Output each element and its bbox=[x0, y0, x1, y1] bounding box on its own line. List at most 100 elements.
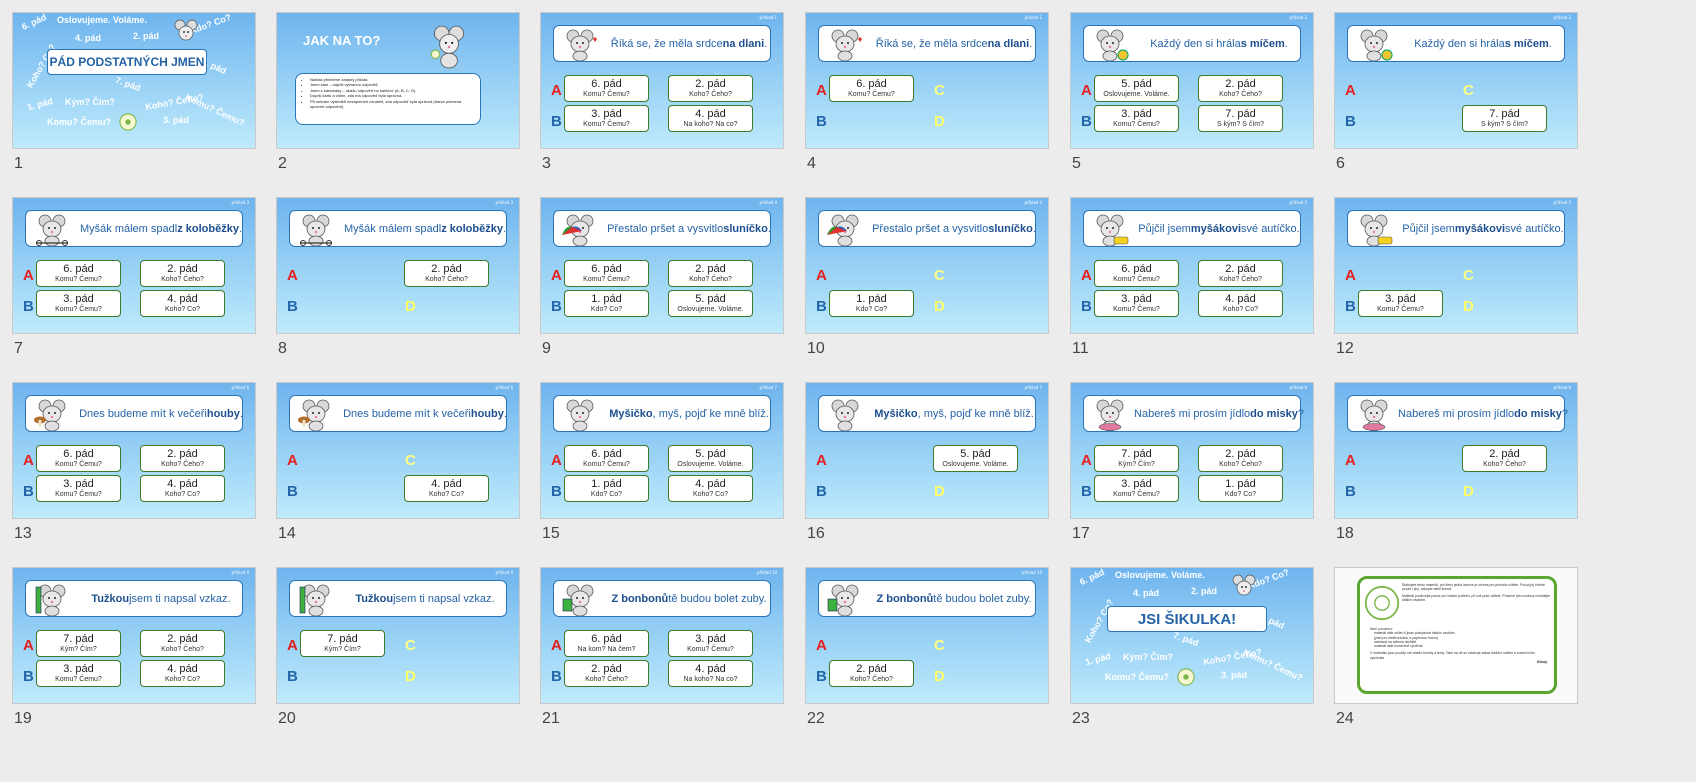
slide-thumbnail-11[interactable]: příklad 5 Půjčil jsem myšákovi své autíčk… bbox=[1070, 197, 1314, 334]
question-box: Myšičko, myš, pojď ke mně blíž. bbox=[818, 395, 1036, 432]
answer-option-a[interactable]: 6. pád Komu? Čemu? bbox=[564, 445, 649, 472]
slide-thumbnail-7[interactable]: příklad 3 Myšák málem spadl z koloběžky. A… bbox=[12, 197, 256, 334]
slide-thumbnail-15[interactable]: příklad 7 Myšičko, myš, pojď ke mně blíž.… bbox=[540, 382, 784, 519]
answer-option-a[interactable]: 6. pád Komu? Čemu? bbox=[564, 75, 649, 102]
answer-case: 4. pád bbox=[167, 663, 198, 675]
slide-thumbnail-21[interactable]: příklad 10 Z bonbonů tě budou bolet zuby.… bbox=[540, 567, 784, 704]
answer-question: Komu? Čemu? bbox=[1113, 491, 1160, 498]
answer-letter-b: B bbox=[287, 298, 298, 315]
answer-option-d[interactable]: 4. pád Koho? Co? bbox=[668, 475, 753, 502]
answer-option-b[interactable]: 1. pád Kdo? Co? bbox=[564, 475, 649, 502]
answer-option-c[interactable]: 2. pád Koho? Čeho? bbox=[1198, 75, 1283, 102]
end-title: JSI ŠIKULKA! bbox=[1107, 606, 1267, 632]
answer-question: Koho? Čeho? bbox=[161, 276, 204, 283]
answer-option-c[interactable]: 2. pád Koho? Čeho? bbox=[140, 260, 225, 287]
answer-option-c[interactable]: 2. pád Koho? Čeho? bbox=[1462, 445, 1547, 472]
slide-thumbnail-2[interactable]: JAK NA TO? Nahlas přečteme zadaný příklad… bbox=[276, 12, 520, 149]
answer-option-b[interactable]: 3. pád Komu? Čemu? bbox=[1094, 290, 1179, 317]
answer-option-b[interactable]: 2. pád Koho? Čeho? bbox=[829, 660, 914, 687]
slide-thumbnail-24[interactable]: Stáhujete tento materiál, pro který jedn… bbox=[1334, 567, 1578, 704]
answer-option-d[interactable]: 7. pád S kým? S čím? bbox=[1462, 105, 1547, 132]
slide-thumbnail-4[interactable]: příklad 1 Říká se, že měla srdce na dlani… bbox=[805, 12, 1049, 149]
answer-option-b[interactable]: 3. pád Komu? Čemu? bbox=[1358, 290, 1443, 317]
answer-option-b[interactable]: 3. pád Komu? Čemu? bbox=[1094, 475, 1179, 502]
answer-option-c[interactable]: 5. pád Oslovujeme. Voláme. bbox=[933, 445, 1018, 472]
answer-option-d[interactable]: 4. pád Koho? Co? bbox=[140, 660, 225, 687]
answer-option-a[interactable]: 6. pád Komu? Čemu? bbox=[36, 445, 121, 472]
answer-option-b[interactable]: 3. pád Komu? Čemu? bbox=[36, 475, 121, 502]
answer-option-d[interactable]: 4. pád Na koho? Na co? bbox=[668, 660, 753, 687]
answer-option-d[interactable]: 7. pád S kým? S čím? bbox=[1198, 105, 1283, 132]
title-decor-word: Kým? Čím? bbox=[65, 97, 116, 107]
slide-thumbnail-23[interactable]: 6. pád Oslovujeme. Voláme. Kdo? Co? 4. pád 2… bbox=[1070, 567, 1314, 704]
answer-case: 6. pád bbox=[63, 448, 94, 460]
answer-option-b[interactable]: 3. pád Komu? Čemu? bbox=[564, 105, 649, 132]
slide-thumbnail-8[interactable]: příklad 3 Myšák málem spadl z koloběžky. A… bbox=[276, 197, 520, 334]
answer-option-b[interactable]: 1. pád Kdo? Co? bbox=[829, 290, 914, 317]
answer-option-c[interactable]: 2. pád Koho? Čeho? bbox=[668, 260, 753, 287]
slide-thumbnail-3[interactable]: příklad 1 Říká se, že měla srdce na dlani… bbox=[540, 12, 784, 149]
answer-option-a[interactable]: 6. pád Komu? Čemu? bbox=[564, 260, 649, 287]
slide-thumbnail-20[interactable]: příklad 9 Tužkou jsem ti napsal vzkaz. A 7.… bbox=[276, 567, 520, 704]
answer-option-d[interactable]: 4. pád Na koho? Na co? bbox=[668, 105, 753, 132]
answer-option-b[interactable]: 1. pád Kdo? Co? bbox=[564, 290, 649, 317]
question-part: Přestalo pršet a vysvitlo bbox=[607, 222, 724, 235]
slide-thumbnail-13[interactable]: příklad 6 Dnes budeme mít k večeři houby.… bbox=[12, 382, 256, 519]
answer-option-d[interactable]: 4. pád Koho? Co? bbox=[140, 475, 225, 502]
answer-option-a[interactable]: 5. pád Oslovujeme. Voláme. bbox=[1094, 75, 1179, 102]
slide-thumbnail-12[interactable]: příklad 5 Půjčil jsem myšákovi své autíčk… bbox=[1334, 197, 1578, 334]
answer-option-d[interactable]: 4. pád Koho? Co? bbox=[404, 475, 489, 502]
answer-option-a[interactable]: 7. pád Kým? Čím? bbox=[36, 630, 121, 657]
answer-option-c[interactable]: 2. pád Koho? Čeho? bbox=[404, 260, 489, 287]
answer-option-c[interactable]: 2. pád Koho? Čeho? bbox=[140, 630, 225, 657]
question-box: Nabereš mi prosím jídlo do misky? bbox=[1083, 395, 1304, 432]
answer-option-d[interactable]: 4. pád Koho? Co? bbox=[140, 290, 225, 317]
slide-thumbnail-1[interactable]: 6. pád Oslovujeme. Voláme. Kdo? Co? 4. pád 2… bbox=[12, 12, 256, 149]
answer-letter-d: D bbox=[1463, 298, 1474, 315]
answer-option-a[interactable]: 6. pád Komu? Čemu? bbox=[36, 260, 121, 287]
answer-letter-b: B bbox=[551, 298, 562, 315]
slide-thumbnail-19[interactable]: příklad 9 Tužkou jsem ti napsal vzkaz. A 7.… bbox=[12, 567, 256, 704]
mouse-icon bbox=[35, 584, 66, 616]
slide-thumbnail-5[interactable]: příklad 2 Každý den si hrála s míčem. A 5. … bbox=[1070, 12, 1314, 149]
title-decor-word: Oslovujeme. Voláme. bbox=[1115, 570, 1205, 580]
answer-option-a[interactable]: 7. pád Kým? Čím? bbox=[300, 630, 385, 657]
slide-thumbnail-17[interactable]: příklad 8 Nabereš mi prosím jídlo do misk… bbox=[1070, 382, 1314, 519]
answer-option-a[interactable]: 7. pád Kým? Čím? bbox=[1094, 445, 1179, 472]
answer-option-c[interactable]: 3. pád Komu? Čemu? bbox=[668, 630, 753, 657]
question-highlight: myšákovi bbox=[1190, 222, 1242, 235]
answer-option-b[interactable]: 3. pád Komu? Čemu? bbox=[36, 290, 121, 317]
question-text: Myšičko, myš, pojď ke mně blíž. bbox=[609, 396, 769, 431]
answer-option-c[interactable]: 2. pád Koho? Čeho? bbox=[1198, 260, 1283, 287]
answer-option-a[interactable]: 6. pád Komu? Čemu? bbox=[829, 75, 914, 102]
answer-option-d[interactable]: 4. pád Koho? Co? bbox=[1198, 290, 1283, 317]
answer-option-d[interactable]: 1. pád Kdo? Co? bbox=[1198, 475, 1283, 502]
answer-option-a[interactable]: 6. pád Komu? Čemu? bbox=[1094, 260, 1179, 287]
answer-question: Koho? Čeho? bbox=[1219, 276, 1262, 283]
slide-thumbnail-9[interactable]: příklad 4 Přestalo pršet a vysvitlo sluní… bbox=[540, 197, 784, 334]
answer-option-a[interactable]: 6. pád Na kom? Na čem? bbox=[564, 630, 649, 657]
answer-letter-d: D bbox=[934, 113, 945, 130]
answer-option-d[interactable]: 5. pád Oslovujeme. Voláme. bbox=[668, 290, 753, 317]
answer-option-b[interactable]: 3. pád Komu? Čemu? bbox=[1094, 105, 1179, 132]
answer-question: Koho? Co? bbox=[164, 491, 201, 498]
answer-option-c[interactable]: 2. pád Koho? Čeho? bbox=[140, 445, 225, 472]
slide-thumbnail-6[interactable]: příklad 2Každý den si hrála s míčem.ABCD… bbox=[1334, 12, 1578, 149]
question-highlight: z koloběžky bbox=[441, 222, 503, 235]
answer-question: Oslovujeme. Voláme. bbox=[677, 461, 744, 468]
question-part: . bbox=[764, 37, 768, 50]
slide-thumbnail-10[interactable]: příklad 4 Přestalo pršet a vysvitlo sluní… bbox=[805, 197, 1049, 334]
slide-thumbnail-14[interactable]: příklad 6 Dnes budeme mít k večeři houby.… bbox=[276, 382, 520, 519]
answer-option-b[interactable]: 3. pád Komu? Čemu? bbox=[36, 660, 121, 687]
question-box: Přestalo pršet a vysvitlo sluníčko. bbox=[553, 210, 771, 247]
answer-option-b[interactable]: 2. pád Koho? Čeho? bbox=[564, 660, 649, 687]
slide-thumbnail-16[interactable]: příklad 7 Myšičko, myš, pojď ke mně blíž.… bbox=[805, 382, 1049, 519]
answer-option-c[interactable]: 2. pád Koho? Čeho? bbox=[668, 75, 753, 102]
answer-option-c[interactable]: 5. pád Oslovujeme. Voláme. bbox=[668, 445, 753, 472]
question-box: Každý den si hrála s míčem. bbox=[1347, 25, 1565, 62]
answer-option-c[interactable]: 2. pád Koho? Čeho? bbox=[1198, 445, 1283, 472]
question-box: Tužkou jsem ti napsal vzkaz. bbox=[289, 580, 507, 617]
answer-letter-a: A bbox=[1081, 267, 1092, 284]
slide-thumbnail-22[interactable]: příklad 10 Z bonbonů tě budou bolet zuby.… bbox=[805, 567, 1049, 704]
slide-thumbnail-18[interactable]: příklad 8 Nabereš mi prosím jídlo do misk… bbox=[1334, 382, 1578, 519]
